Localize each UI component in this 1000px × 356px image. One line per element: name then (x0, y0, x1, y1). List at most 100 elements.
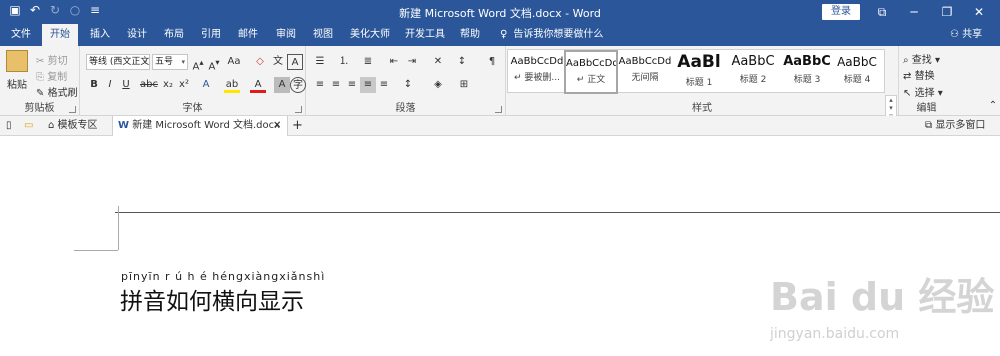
multi-window-label: 显示多窗口 (935, 120, 986, 131)
tab-home[interactable]: 开始 (42, 24, 78, 46)
share-button[interactable]: ⚇ 共享 (950, 24, 982, 46)
tell-me-text: 告诉我你想要做什么 (513, 29, 604, 40)
person-icon: ⚇ (950, 29, 959, 40)
align-center-icon[interactable]: ≡ (328, 77, 344, 93)
copy-button[interactable]: ⎘ 复制 (36, 68, 67, 83)
phonetic-guide-icon[interactable]: 文 (270, 54, 286, 70)
line-spacing-icon[interactable]: ↕ (400, 77, 416, 93)
folder-icon[interactable]: ▭ (24, 116, 33, 136)
align-left-icon[interactable]: ≡ (312, 77, 328, 93)
tab-view[interactable]: 视图 (313, 24, 333, 46)
char-shading-icon[interactable]: A (274, 77, 290, 93)
decrease-indent-icon[interactable]: ⇤ (386, 54, 402, 70)
replace-button[interactable]: ⇄ 替换 (903, 67, 935, 82)
cut-button[interactable]: ✂ 剪切 (36, 52, 68, 67)
cursor-icon: ↖ (903, 88, 912, 99)
style-item[interactable]: AaBbC 标题 2 (726, 50, 780, 94)
new-tab-icon[interactable]: + (292, 116, 303, 136)
style-item[interactable]: AaBbCcDd 无间隔 (618, 50, 672, 94)
document-canvas[interactable]: pīnyīn r ú h é héngxiàngxiǎnshì 拼音如何横向显示… (0, 136, 1000, 356)
login-button[interactable]: 登录 (822, 4, 860, 20)
style-item[interactable]: AaBbCcDd ↵ 要被删... (510, 50, 564, 94)
tab-layout[interactable]: 布局 (164, 24, 184, 46)
increase-indent-icon[interactable]: ⇥ (404, 54, 420, 70)
clipboard-launcher-icon[interactable] (69, 106, 76, 113)
paragraph-launcher-icon[interactable] (495, 106, 502, 113)
find-button[interactable]: ⌕ 查找 ▾ (903, 51, 940, 66)
word-doc-icon: W (118, 120, 130, 131)
sort-icon[interactable]: ↕ (454, 54, 470, 70)
shrink-font-icon[interactable]: A▾ (206, 54, 222, 72)
shading-icon[interactable]: ◈ (430, 77, 446, 93)
active-doc-name: 新建 Microsoft Word 文档.docx (132, 120, 281, 131)
grow-font-icon[interactable]: A▴ (190, 54, 206, 72)
select-button[interactable]: ↖ 选择 ▾ (903, 84, 943, 99)
document-text[interactable]: 拼音如何横向显示 (120, 282, 304, 316)
multilevel-list-icon[interactable]: ≣ (360, 54, 376, 70)
tab-help[interactable]: 帮助 (460, 24, 480, 46)
text-effects-icon[interactable]: A (198, 77, 214, 93)
style-item[interactable]: AaBbC 标题 4 (830, 50, 884, 94)
font-launcher-icon[interactable] (295, 106, 302, 113)
chinese-layout-icon[interactable]: ✕ (430, 54, 446, 70)
styles-group-label: 样式 (692, 103, 712, 114)
style-preview: AaBl (677, 52, 721, 72)
format-painter-button[interactable]: ✎ 格式刷 (36, 84, 78, 99)
new-doc-icon[interactable]: ▯ (6, 116, 12, 136)
highlight-icon[interactable]: ab (224, 77, 240, 93)
tab-mailings[interactable]: 邮件 (238, 24, 258, 46)
style-item[interactable]: AaBbCcDd ↵ 正文 (564, 50, 618, 94)
paragraph-group-label: 段落 (395, 103, 416, 114)
borders-icon[interactable]: ⊞ (456, 77, 472, 93)
tab-template-zone[interactable]: ⌂ 模板专区 (48, 116, 98, 136)
style-name: 标题 4 (843, 75, 871, 85)
paste-button[interactable]: 粘贴 (7, 76, 27, 91)
tab-beautify[interactable]: 美化大师 (350, 24, 390, 46)
clear-format-icon[interactable]: ◇ (252, 54, 268, 70)
font-name-select[interactable]: 等线 (西文正文) ▾ (86, 54, 150, 70)
justify-icon[interactable]: ≡ (360, 77, 376, 93)
strikethrough-icon[interactable]: abc (140, 77, 158, 93)
bold-icon[interactable]: B (86, 77, 102, 93)
italic-icon[interactable]: I (102, 77, 118, 93)
underline-icon[interactable]: U (118, 77, 134, 93)
tab-review[interactable]: 审阅 (276, 24, 296, 46)
align-right-icon[interactable]: ≡ (344, 77, 360, 93)
multi-window-button[interactable]: ⧉ 显示多窗口 (925, 116, 985, 136)
numbering-icon[interactable]: ⒈ (336, 54, 352, 70)
font-color-icon[interactable]: A (250, 77, 266, 93)
active-doc-label[interactable]: W 新建 Microsoft Word 文档.docx (118, 116, 280, 136)
chevron-down-icon: ▾ (143, 58, 147, 66)
superscript-icon[interactable]: x² (176, 77, 192, 93)
subscript-icon[interactable]: x₂ (160, 77, 176, 93)
ribbon-display-icon[interactable]: ⧉ (873, 3, 891, 21)
bullets-icon[interactable]: ☰ (312, 54, 328, 70)
header-rule (115, 212, 1000, 213)
tell-me-search[interactable]: ♀ 告诉我你想要做什么 (500, 24, 603, 46)
restore-icon[interactable]: ❐ (938, 3, 956, 21)
style-preview: AaBbC (731, 54, 775, 69)
style-item[interactable]: AaBbC 标题 3 (780, 50, 834, 94)
font-name-value: 等线 (西文正文) (89, 57, 150, 67)
show-marks-icon[interactable]: ¶ (484, 54, 500, 70)
font-size-select[interactable]: 五号 ▾ (152, 54, 188, 70)
editing-group-label: 编辑 (916, 103, 937, 114)
close-icon[interactable]: ✕ (970, 3, 988, 21)
paragraph-group: ☰ ⒈ ≣ ⇤ ⇥ ✕ ↕ ¶ ≡ ≡ ≡ ≡ ≡ ↕ ◈ ⊞ 段落 (306, 46, 506, 116)
scissors-icon: ✂ (36, 56, 45, 67)
tab-design[interactable]: 设计 (127, 24, 147, 46)
paste-icon[interactable] (6, 50, 28, 72)
style-item[interactable]: AaBl 标题 1 (672, 50, 726, 94)
change-case-icon[interactable]: Aa (226, 54, 242, 70)
enclose-char-icon[interactable]: 字 (290, 77, 306, 93)
tab-references[interactable]: 引用 (201, 24, 221, 46)
char-border-icon[interactable]: A (287, 54, 303, 70)
collapse-ribbon-icon[interactable]: ⌃ (985, 98, 1000, 114)
tab-insert[interactable]: 插入 (90, 24, 110, 46)
tab-file[interactable]: 文件 (11, 24, 31, 46)
close-tab-icon[interactable]: ✕ (273, 116, 281, 136)
tab-developer[interactable]: 开发工具 (405, 24, 445, 46)
minimize-icon[interactable]: ─ (905, 3, 923, 21)
watermark-url: jingyan.baidu.com (770, 326, 900, 342)
distributed-icon[interactable]: ≡ (376, 77, 392, 93)
